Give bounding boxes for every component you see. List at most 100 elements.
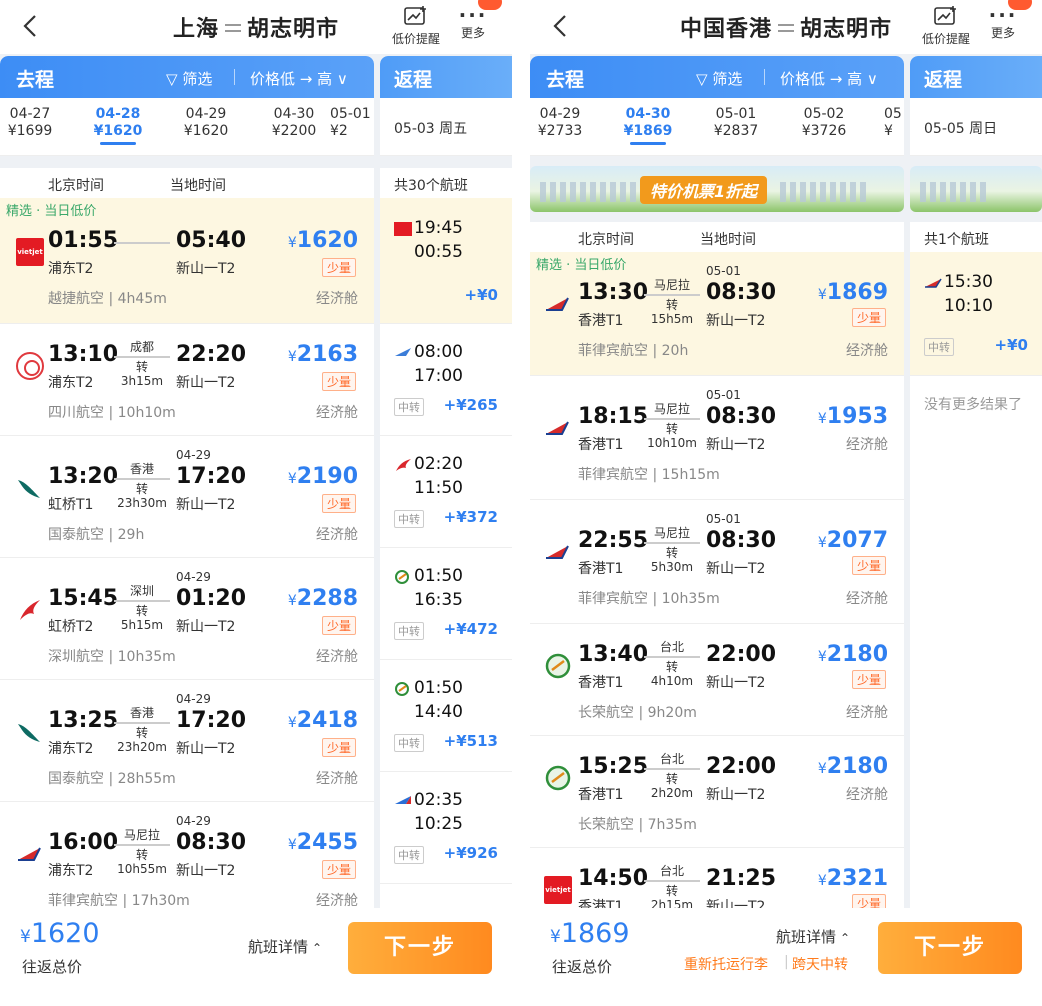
cabin-class: 经济舱 (316, 893, 358, 908)
philippine-airlines-logo-icon (925, 278, 942, 288)
transit-tag: 中转 (394, 846, 424, 864)
return-flight-row[interactable]: 19:45 00:55 +¥0 (380, 198, 512, 324)
sort-label: 价格低 → 高 (250, 70, 333, 88)
philippine-airlines-logo-icon (546, 297, 569, 311)
date-tab-selected[interactable]: 04-28 ¥1620 (78, 106, 158, 145)
transit-info: 马尼拉转 10h10m (644, 402, 700, 450)
date-tab[interactable]: 05-02 ¥3726 (784, 106, 864, 140)
low-stock-badge: 少量 (851, 308, 886, 327)
filter-button[interactable]: ▽ 筛选 (696, 68, 742, 89)
date-price: ¥1869 (623, 123, 673, 139)
departure-time: 18:15 (578, 404, 649, 429)
vietjet-logo-icon (394, 222, 412, 236)
departure-airport: 浦东T2 (48, 261, 94, 277)
return-price-diff: +¥472 (443, 620, 498, 638)
flight-row[interactable]: 04-29 15:45 深圳转 5h15m 01:20 虹桥T2 新山一T2 ¥2… (0, 558, 374, 680)
back-arrow-icon[interactable] (18, 13, 44, 39)
date-tab[interactable]: 05-01 ¥2837 (696, 106, 776, 140)
more-button[interactable]: ··· 更多 (450, 0, 502, 41)
filter-button[interactable]: ▽ 筛选 (166, 68, 212, 89)
direct-line (114, 240, 170, 246)
origin-city: 中国香港 (679, 17, 772, 42)
cabin-class: 经济舱 (316, 405, 358, 421)
local-time-label: 当地时间 (170, 178, 226, 194)
departure-airport: 虹桥T1 (48, 497, 94, 513)
flight-row[interactable]: vietjet 14:50 台北转 2h15m 21:25 香港T1 新山一T2 … (530, 848, 904, 908)
promo-banner[interactable] (910, 166, 1042, 212)
promo-banner[interactable]: 特价机票1折起 (530, 166, 904, 212)
date-tab[interactable]: 05 ¥ (884, 106, 904, 140)
sort-label: 价格低 → 高 (780, 70, 863, 88)
return-flight-row[interactable]: 02:35 10:25 中转 +¥926 (380, 772, 512, 884)
return-flight-row[interactable]: 01:50 16:35 中转 +¥472 (380, 548, 512, 660)
next-step-button[interactable]: 下一步 (878, 922, 1022, 974)
flight-price: ¥2180 (817, 642, 888, 667)
departure-time: 15:45 (48, 586, 119, 611)
price-alert-button[interactable]: 低价提醒 (916, 6, 976, 47)
top-bar: 上海 胡志明市 低价提醒 ··· 更多 (0, 0, 512, 54)
return-flight-row[interactable]: 02:20 11:50 中转 +¥372 (380, 436, 512, 548)
flight-price: ¥2418 (287, 708, 358, 733)
eva-air-logo-icon (545, 653, 571, 679)
back-arrow-icon[interactable] (548, 13, 574, 39)
departure-airport: 香港T1 (578, 561, 624, 577)
transit-info: 成都转 3h15m (114, 340, 170, 388)
date-tab[interactable]: 04-29 ¥1620 (166, 106, 246, 140)
price-alert-button[interactable]: 低价提醒 (386, 6, 446, 47)
flight-price: ¥1620 (287, 228, 358, 253)
total-price: ¥1620 (20, 918, 100, 949)
date-tab[interactable]: 04-27 ¥1699 (0, 106, 70, 140)
flight-row[interactable]: 05-01 18:15 马尼拉转 10h10m 08:30 香港T1 新山一T2 … (530, 376, 904, 500)
arrival-airport: 新山一T2 (706, 313, 766, 329)
flight-row[interactable]: 15:25 台北转 2h20m 22:00 香港T1 新山一T2 ¥2180 经济… (530, 736, 904, 848)
arrival-time: 01:20 (176, 586, 247, 611)
return-date-label: 05-05 周日 (924, 121, 998, 137)
return-arrival-time: 10:25 (414, 814, 463, 834)
return-arrival-time: 14:40 (414, 702, 463, 722)
date-tab[interactable]: 05-01 ¥2 (330, 106, 374, 140)
recheck-baggage-note: 重新托运行李 (684, 957, 768, 973)
flight-details-link[interactable]: 航班详情 (776, 926, 850, 947)
flight-row[interactable]: 13:10 成都转 3h15m 22:20 浦东T2 新山一T2 ¥2163 少量… (0, 324, 374, 436)
flight-row[interactable]: 05-01 22:55 马尼拉转 5h30m 08:30 香港T1 新山一T2 ¥… (530, 500, 904, 624)
more-label: 更多 (990, 26, 1015, 40)
more-button[interactable]: ··· 更多 (980, 0, 1032, 41)
spacer (0, 156, 374, 168)
overnight-transit-note: 跨天中转 (792, 957, 848, 973)
return-departure-time: 01:50 (414, 566, 463, 586)
transit-info: 深圳转 5h15m (114, 584, 170, 632)
transit-tag: 中转 (924, 338, 954, 356)
low-stock-badge: 少量 (851, 894, 886, 908)
cathay-pacific-logo-icon (18, 480, 40, 498)
flight-row[interactable]: 13:40 台北转 4h10m 22:00 香港T1 新山一T2 ¥2180 少量… (530, 624, 904, 736)
return-flight-row[interactable]: 08:00 17:00 中转 +¥265 (380, 324, 512, 436)
departure-time: 16:00 (48, 830, 119, 855)
return-date[interactable]: 05-03 周五 (380, 98, 512, 156)
eva-air-logo-icon (545, 765, 571, 791)
date-tab[interactable]: 04-29 ¥2733 (530, 106, 600, 140)
date-tab[interactable]: 04-30 ¥2200 (254, 106, 334, 140)
return-price-diff: +¥513 (443, 732, 498, 750)
return-flight-row[interactable]: 01:50 14:40 中转 +¥513 (380, 660, 512, 772)
flight-row[interactable]: 04-29 16:00 马尼拉转 10h55m 08:30 浦东T2 新山一T2 … (0, 802, 374, 908)
return-date[interactable]: 05-05 周日 (910, 98, 1042, 156)
next-step-button[interactable]: 下一步 (348, 922, 492, 974)
date-price: ¥ (884, 123, 893, 139)
return-flight-row[interactable]: 15:30 10:10 中转 +¥0 (910, 252, 1042, 376)
flight-row[interactable]: 04-29 13:20 香港转 23h30m 17:20 虹桥T1 新山一T2 ¥… (0, 436, 374, 558)
beijing-time-label: 北京时间 (578, 232, 634, 248)
sort-button[interactable]: 价格低 → 高 ∨ (780, 68, 878, 89)
departure-time: 13:20 (48, 464, 119, 489)
flight-row[interactable]: 精选 · 当日低价 vietjet 01:55 05:40 浦东T2 新山一T2… (0, 198, 374, 324)
destination-city: 胡志明市 (800, 17, 893, 42)
outbound-title: 去程 (16, 69, 55, 91)
flight-details-link[interactable]: 航班详情 (248, 936, 322, 957)
date-selector: 04-29 ¥2733 04-30 ¥1869 05-01 ¥2837 05-02 ¥3… (530, 98, 904, 156)
outbound-header: 去程 ▽ 筛选 价格低 → 高 ∨ (530, 56, 904, 98)
eva-air-logo-icon (395, 570, 409, 584)
date-tab-selected[interactable]: 04-30 ¥1869 (608, 106, 688, 145)
sort-button[interactable]: 价格低 → 高 ∨ (250, 68, 348, 89)
flight-row[interactable]: 04-29 13:25 香港转 23h20m 17:20 浦东T2 新山一T2 ¥… (0, 680, 374, 802)
flight-row[interactable]: 精选 · 当日低价 05-01 13:30 马尼拉转 15h5m 08:30 香港… (530, 252, 904, 376)
arrival-airport: 新山一T2 (706, 899, 766, 908)
